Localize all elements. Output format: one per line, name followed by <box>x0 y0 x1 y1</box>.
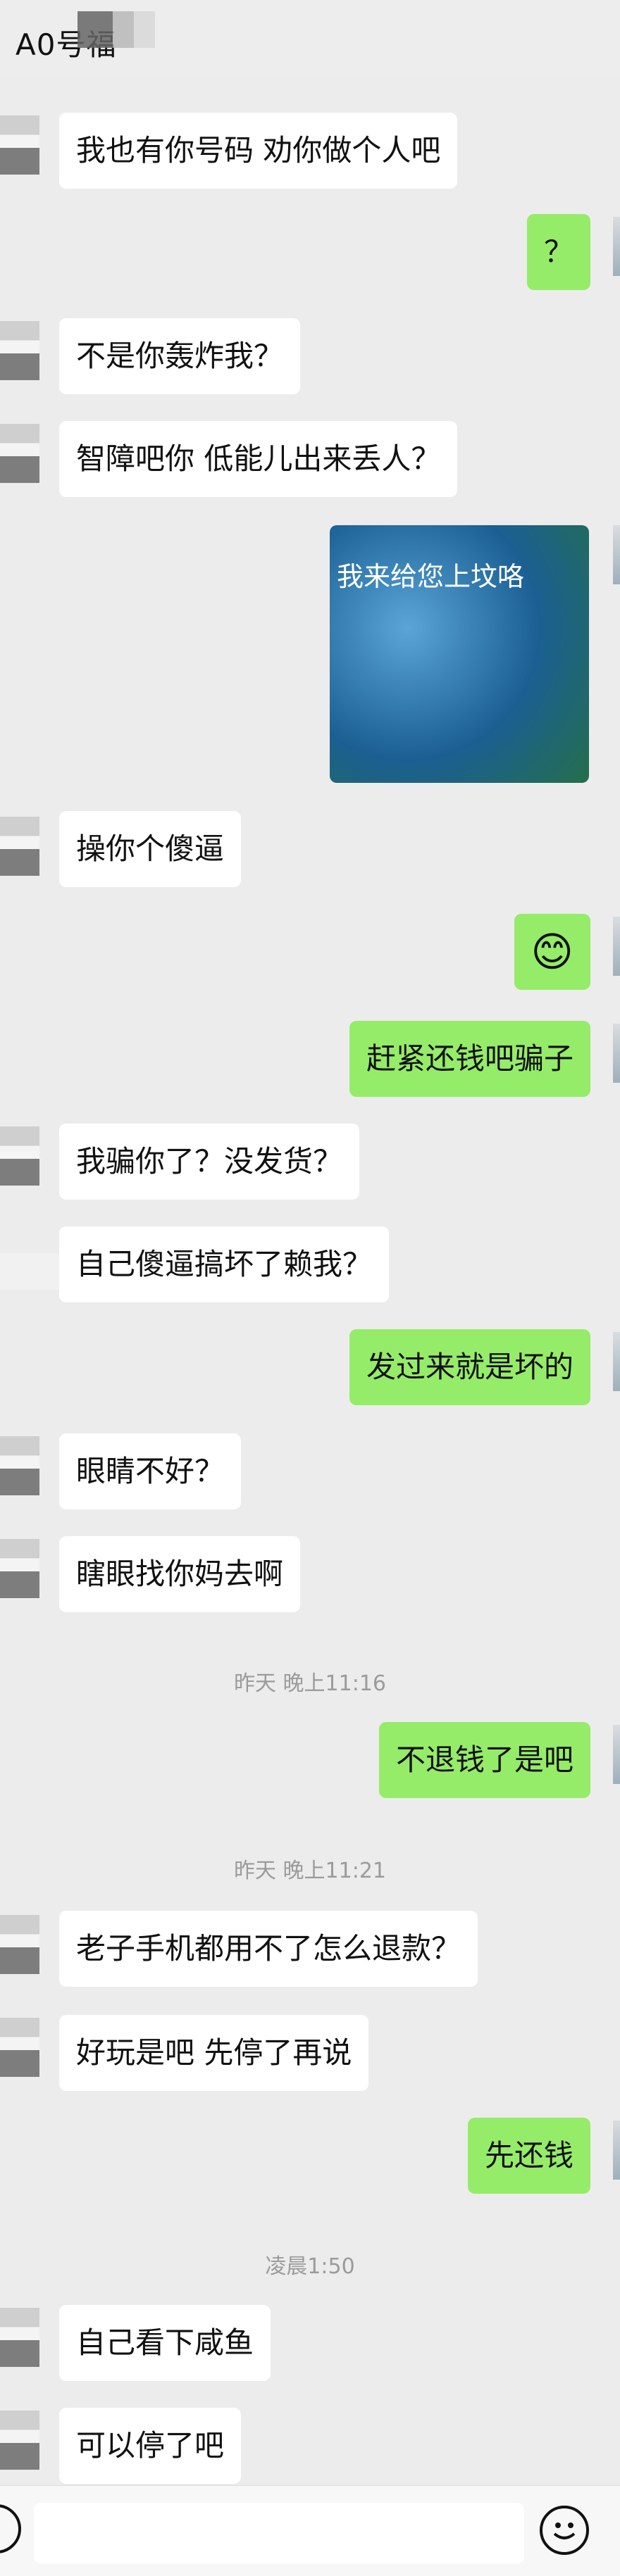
timestamp: 昨天 晚上11:21 <box>234 1859 386 1883</box>
mosaic-block <box>78 11 155 48</box>
timestamp: 昨天 晚上11:16 <box>234 1671 386 1696</box>
avatar[interactable] <box>0 424 39 483</box>
message-left: 操你个傻逼 <box>59 811 242 887</box>
emoji-face-icon <box>553 2522 576 2539</box>
message-left: 自己看下咸鱼 <box>59 2305 271 2381</box>
message-right: 赶紧还钱吧骗子 <box>349 1021 590 1097</box>
avatar[interactable] <box>0 1126 39 1186</box>
message-left: 眼睛不好？ <box>59 1433 242 1509</box>
message-right: ？ <box>526 214 590 290</box>
avatar[interactable] <box>0 2411 39 2470</box>
voice-icon[interactable] <box>0 2504 21 2553</box>
message-right: 😊 <box>514 914 590 990</box>
message-right: 发过来就是坏的 <box>349 1329 590 1405</box>
message-left: 不是你轰炸我？ <box>59 318 301 394</box>
avatar[interactable] <box>0 1915 39 1974</box>
input-bar <box>0 2485 620 2576</box>
avatar[interactable] <box>0 2308 39 2367</box>
avatar[interactable] <box>613 1725 620 1784</box>
message-left: 好玩是吧 先停了再说 <box>59 2015 369 2091</box>
message-left: 老子手机都用不了怎么退款？ <box>59 1911 478 1987</box>
message-right: 不退钱了是吧 <box>378 1722 590 1798</box>
avatar[interactable] <box>0 1539 39 1598</box>
avatar[interactable] <box>0 115 39 175</box>
message-left: 我骗你了？没发货？ <box>59 1124 360 1200</box>
message-left: 瞎眼找你妈去啊 <box>59 1536 301 1612</box>
avatar[interactable] <box>0 817 39 876</box>
message-left: 可以停了吧 <box>59 2408 242 2484</box>
timestamp: 凌晨1:50 <box>265 2254 355 2279</box>
avatar[interactable] <box>613 2121 620 2180</box>
chat-header: A0号福 <box>0 0 620 76</box>
message-left: 智障吧你 低能儿出来丢人？ <box>59 421 458 497</box>
avatar[interactable] <box>613 525 620 584</box>
sticker-image[interactable]: 我来给您上坟咯 <box>330 525 589 783</box>
avatar[interactable] <box>0 2018 39 2077</box>
avatar[interactable] <box>613 1024 620 1083</box>
avatar[interactable] <box>613 217 620 276</box>
message-input[interactable] <box>34 2503 524 2563</box>
avatar[interactable] <box>613 1332 620 1391</box>
emoji-icon[interactable] <box>540 2506 589 2555</box>
avatar[interactable] <box>613 917 620 976</box>
message-left: 我也有你号码 劝你做个人吧 <box>59 113 458 189</box>
avatar[interactable] <box>0 321 39 380</box>
avatar[interactable] <box>0 1436 39 1495</box>
message-left: 自己傻逼搞坏了赖我？ <box>59 1226 390 1302</box>
sticker-caption: 我来给您上坟咯 <box>337 561 525 592</box>
message-right: 先还钱 <box>467 2118 590 2194</box>
